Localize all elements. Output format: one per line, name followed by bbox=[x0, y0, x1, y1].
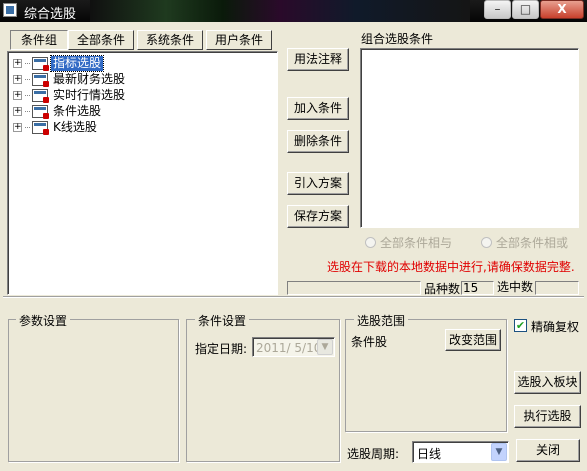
tab-condition-group[interactable]: 条件组 bbox=[10, 30, 68, 50]
tab-system-conditions[interactable]: 系统条件 bbox=[137, 30, 203, 50]
tree-item-kline[interactable]: + K线选股 bbox=[13, 119, 99, 135]
close-window-button[interactable]: X bbox=[540, 0, 584, 19]
radio-circle bbox=[365, 237, 376, 248]
window-title: 综合选股 bbox=[24, 7, 77, 22]
radio-all-or[interactable]: 全部条件相或 bbox=[481, 234, 568, 251]
add-to-block-button[interactable]: 选股入板块 bbox=[514, 371, 581, 394]
expand-icon[interactable]: + bbox=[13, 90, 22, 100]
tree-item-label: 指标选股 bbox=[49, 54, 105, 72]
expand-icon[interactable]: + bbox=[13, 106, 22, 116]
tree-item-label: 最新财务选股 bbox=[53, 71, 126, 86]
count-label: 品种数 bbox=[424, 282, 461, 296]
period-value: 日线 bbox=[417, 447, 442, 461]
save-scheme-button[interactable]: 保存方案 bbox=[287, 205, 349, 228]
radio-label: 全部条件相或 bbox=[496, 236, 569, 250]
expand-icon[interactable]: + bbox=[13, 122, 22, 132]
radio-all-and[interactable]: 全部条件相与 bbox=[365, 234, 452, 251]
change-range-button[interactable]: 改变范围 bbox=[445, 329, 501, 351]
condition-settings-title: 条件设置 bbox=[195, 312, 250, 329]
radio-label: 全部条件相与 bbox=[380, 236, 453, 250]
tree-item-financial[interactable]: + 最新财务选股 bbox=[13, 71, 127, 87]
folder-icon bbox=[32, 88, 49, 103]
period-select[interactable]: 日线 ▼ bbox=[412, 441, 509, 463]
params-group-title: 参数设置 bbox=[16, 312, 71, 329]
status-field bbox=[287, 281, 421, 295]
maximize-button[interactable]: □ bbox=[512, 0, 539, 19]
minimize-button[interactable]: – bbox=[484, 0, 511, 19]
accurate-rights-checkbox[interactable]: ✔ bbox=[514, 319, 527, 332]
tree-item-label: K线选股 bbox=[53, 119, 97, 134]
close-button[interactable]: 关闭 bbox=[516, 439, 580, 462]
range-value: 条件股 bbox=[351, 335, 388, 349]
tab-user-conditions[interactable]: 用户条件 bbox=[206, 30, 272, 50]
separator bbox=[3, 296, 584, 298]
chevron-down-icon[interactable]: ▼ bbox=[317, 339, 333, 355]
usage-notes-button[interactable]: 用法注释 bbox=[287, 48, 349, 71]
data-warning: 选股在下载的本地数据中进行,请确保数据完整. bbox=[327, 260, 575, 274]
dialog-window: 综合选股 – □ X 条件组 全部条件 系统条件 用户条件 + 指标选股 + 最… bbox=[0, 0, 587, 471]
combined-conditions-title: 组合选股条件 bbox=[361, 32, 434, 46]
delete-condition-button[interactable]: 删除条件 bbox=[287, 130, 349, 153]
import-scheme-button[interactable]: 引入方案 bbox=[287, 172, 349, 195]
params-group bbox=[8, 319, 179, 462]
date-label: 指定日期: bbox=[195, 342, 248, 356]
date-value: 2011/ 5/10 bbox=[256, 341, 322, 355]
range-group-title: 选股范围 bbox=[354, 312, 409, 329]
tree-item-realtime[interactable]: + 实时行情选股 bbox=[13, 87, 127, 103]
condition-tree[interactable]: + 指标选股 + 最新财务选股 + 实时行情选股 + 条件选股 + K线选股 bbox=[7, 51, 278, 295]
expand-icon[interactable]: + bbox=[13, 74, 22, 84]
tree-item-label: 条件选股 bbox=[53, 103, 102, 118]
folder-icon bbox=[32, 56, 49, 71]
count-value: 15 bbox=[461, 281, 494, 295]
folder-icon bbox=[32, 104, 49, 119]
title-bar-decoration bbox=[90, 0, 470, 22]
selected-value bbox=[535, 281, 579, 295]
accurate-rights-label: 精确复权 bbox=[531, 320, 580, 334]
radio-circle bbox=[481, 237, 492, 248]
expand-icon[interactable]: + bbox=[13, 58, 22, 68]
tree-item-condition[interactable]: + 条件选股 bbox=[13, 103, 103, 119]
folder-icon bbox=[32, 120, 49, 135]
combined-conditions-list[interactable] bbox=[360, 48, 579, 228]
app-icon bbox=[3, 3, 17, 17]
add-condition-button[interactable]: 加入条件 bbox=[287, 97, 349, 120]
date-picker[interactable]: 2011/ 5/10 ▼ bbox=[252, 337, 335, 357]
title-bar[interactable]: 综合选股 – □ X bbox=[0, 0, 587, 22]
folder-icon bbox=[32, 72, 49, 87]
chevron-down-icon[interactable]: ▼ bbox=[491, 443, 507, 461]
tab-all-conditions[interactable]: 全部条件 bbox=[68, 30, 134, 50]
selected-label: 选中数 bbox=[497, 280, 534, 294]
tree-item-indicator[interactable]: + 指标选股 bbox=[13, 54, 105, 72]
tree-item-label: 实时行情选股 bbox=[53, 87, 126, 102]
period-label: 选股周期: bbox=[347, 447, 400, 461]
run-selection-button[interactable]: 执行选股 bbox=[514, 405, 581, 428]
